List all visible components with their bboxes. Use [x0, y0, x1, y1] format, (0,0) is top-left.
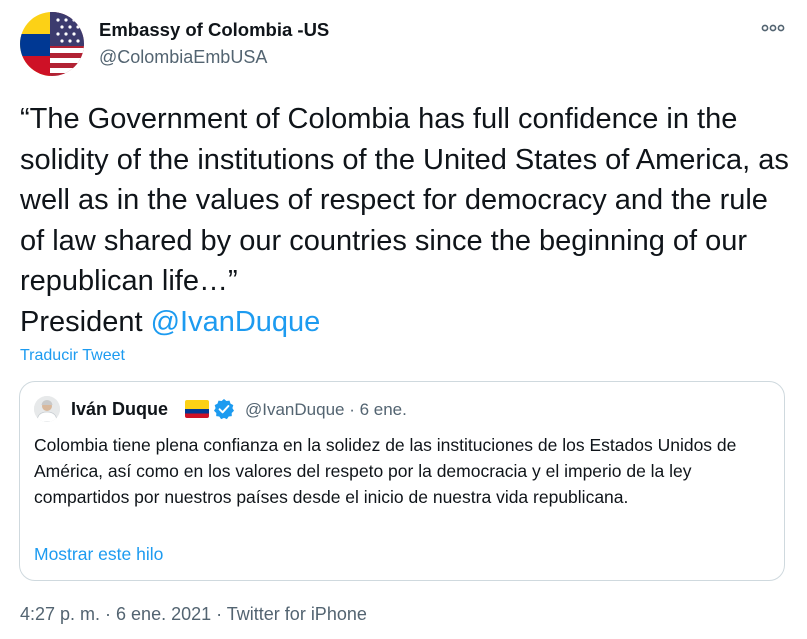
author-name[interactable]: Embassy of Colombia -US [99, 19, 329, 41]
verified-badge-icon [213, 398, 235, 420]
translate-tweet-link[interactable]: Traducir Tweet [20, 347, 125, 365]
tweet-body: “The Government of Colombia has full con… [20, 103, 789, 338]
author-handle[interactable]: @ColombiaEmbUSA [99, 47, 267, 68]
quoted-author-avatar[interactable] [34, 396, 60, 422]
quoted-author-name[interactable]: Iván Duque [71, 399, 168, 420]
tweet-timestamp-source[interactable]: 4:27 p. m. · 6 ene. 2021 · Twitter for i… [20, 604, 367, 625]
show-thread-link[interactable]: Mostrar este hilo [34, 544, 163, 565]
quoted-tweet-text: Colombia tiene plena confianza en la sol… [34, 435, 737, 507]
quoted-tweet-card[interactable]: Iván Duque @IvanDuque · 6 ene. Colombia … [19, 381, 785, 581]
more-icon[interactable] [760, 18, 786, 38]
tweet-text: “The Government of Colombia has full con… [20, 99, 800, 342]
author-avatar[interactable] [20, 12, 84, 76]
colombia-flag-icon [185, 400, 209, 418]
mention-link[interactable]: @IvanDuque [151, 306, 321, 338]
quoted-handle-date[interactable]: @IvanDuque · 6 ene. [245, 400, 407, 420]
